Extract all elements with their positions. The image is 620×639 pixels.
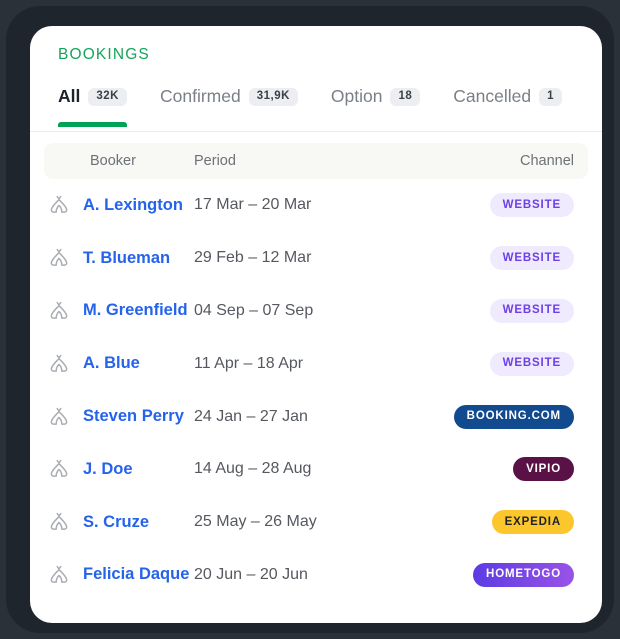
- tent-icon: [50, 196, 68, 214]
- tent-icon: [50, 460, 68, 478]
- column-header-period: Period: [194, 153, 236, 169]
- tent-icon: [50, 407, 68, 425]
- table-row[interactable]: M. Greenfield 04 Sep – 07 Sep WEBSITE: [44, 285, 588, 338]
- channel-badge[interactable]: VIPIO: [513, 457, 574, 482]
- cell-booker: A. Lexington: [44, 193, 194, 217]
- tab-option[interactable]: Option 18: [330, 86, 421, 127]
- bookings-table: Booker Period Channel A. Lexington 17 Mar…: [44, 143, 588, 601]
- cell-period: 04 Sep – 07 Sep: [194, 301, 314, 319]
- cell-channel: WEBSITE: [424, 246, 588, 271]
- cell-channel: WEBSITE: [424, 351, 588, 376]
- tab-bar-divider: [30, 131, 602, 132]
- tab-confirmed[interactable]: Confirmed 31,9K: [160, 86, 298, 127]
- booker-name-link[interactable]: T. Blueman: [83, 249, 170, 268]
- tab-label: Option: [330, 86, 383, 106]
- tab-cancelled[interactable]: Cancelled 1: [453, 86, 562, 127]
- booker-name-link[interactable]: S. Cruze: [83, 513, 149, 532]
- tab-bar: All 32K Confirmed 31,9K Option 18 Cancelled 1: [58, 86, 602, 132]
- table-row[interactable]: A. Blue 11 Apr – 18 Apr WEBSITE: [44, 337, 588, 390]
- cell-channel: WEBSITE: [424, 298, 588, 323]
- table-row[interactable]: J. Doe 14 Aug – 28 Aug VIPIO: [44, 443, 588, 496]
- cell-channel: EXPEDIA: [424, 510, 588, 535]
- table-body: A. Lexington 17 Mar – 20 Mar WEBSITE T. Blu…: [44, 179, 588, 601]
- cell-booker: Steven Perry: [44, 405, 194, 429]
- table-row[interactable]: A. Lexington 17 Mar – 20 Mar WEBSITE: [44, 179, 588, 232]
- booker-name-link[interactable]: A. Blue: [83, 354, 140, 373]
- tab-count-badge: 1: [539, 87, 562, 106]
- page-title: BOOKINGS: [58, 46, 150, 63]
- cell-period: 14 Aug – 28 Aug: [194, 460, 312, 478]
- booker-name-link[interactable]: Felicia Daque: [83, 565, 189, 584]
- cell-booker: J. Doe: [44, 457, 194, 481]
- booker-name-link[interactable]: A. Lexington: [83, 196, 183, 215]
- device-frame: BOOKINGS All 32K Confirmed 31,9K Option 18 Can…: [6, 6, 614, 633]
- active-tab-indicator: [58, 122, 127, 127]
- booker-name-link[interactable]: J. Doe: [83, 460, 133, 479]
- table-row[interactable]: T. Blueman 29 Feb – 12 Mar WEBSITE: [44, 232, 588, 285]
- cell-period: 29 Feb – 12 Mar: [194, 249, 312, 267]
- tab-label: All: [58, 86, 81, 106]
- cell-booker: Felicia Daque: [44, 563, 194, 587]
- cell-channel: HOMETOGO: [424, 562, 588, 587]
- cell-period: 24 Jan – 27 Jan: [194, 407, 308, 425]
- tent-icon: [50, 565, 68, 583]
- tent-icon: [50, 513, 68, 531]
- column-header-channel: Channel: [519, 153, 574, 169]
- cell-period: 25 May – 26 May: [194, 513, 317, 531]
- cell-booker: M. Greenfield: [44, 299, 194, 323]
- channel-badge[interactable]: WEBSITE: [489, 298, 574, 323]
- column-header-booker: Booker: [90, 153, 136, 169]
- channel-badge[interactable]: BOOKING.COM: [453, 404, 574, 429]
- channel-badge[interactable]: WEBSITE: [489, 193, 574, 218]
- table-row[interactable]: Felicia Daque 20 Jun – 20 Jun HOMETOGO: [44, 549, 588, 602]
- table-row[interactable]: S. Cruze 25 May – 26 May EXPEDIA: [44, 496, 588, 549]
- tab-label: Confirmed: [159, 86, 241, 106]
- tab-count-badge: 18: [390, 87, 421, 106]
- tab-count-badge: 31,9K: [248, 87, 298, 106]
- tab-label: Cancelled: [453, 86, 532, 106]
- cell-channel: VIPIO: [424, 457, 588, 482]
- channel-badge[interactable]: EXPEDIA: [491, 510, 574, 535]
- cell-booker: T. Blueman: [44, 246, 194, 270]
- cell-period: 17 Mar – 20 Mar: [194, 196, 312, 214]
- channel-badge[interactable]: WEBSITE: [489, 351, 574, 376]
- tent-icon: [50, 354, 68, 372]
- table-header-row: Booker Period Channel: [44, 143, 588, 179]
- booker-name-link[interactable]: M. Greenfield: [83, 301, 188, 320]
- channel-badge[interactable]: HOMETOGO: [473, 562, 574, 587]
- cell-channel: BOOKING.COM: [424, 404, 588, 429]
- tent-icon: [50, 301, 68, 319]
- cell-booker: S. Cruze: [44, 510, 194, 534]
- table-row[interactable]: Steven Perry 24 Jan – 27 Jan BOOKING.COM: [44, 390, 588, 443]
- cell-channel: WEBSITE: [424, 193, 588, 218]
- tab-all[interactable]: All 32K: [58, 86, 127, 127]
- booker-name-link[interactable]: Steven Perry: [83, 407, 184, 426]
- bookings-card: BOOKINGS All 32K Confirmed 31,9K Option 18 Can…: [30, 26, 602, 623]
- cell-booker: A. Blue: [44, 352, 194, 376]
- cell-period: 11 Apr – 18 Apr: [194, 354, 304, 372]
- tent-icon: [50, 249, 68, 267]
- tab-count-badge: 32K: [88, 87, 127, 106]
- channel-badge[interactable]: WEBSITE: [489, 246, 574, 271]
- cell-period: 20 Jun – 20 Jun: [194, 565, 308, 583]
